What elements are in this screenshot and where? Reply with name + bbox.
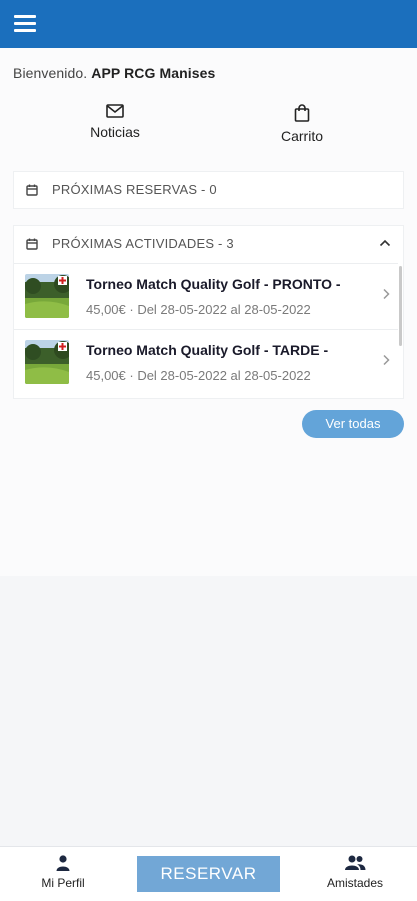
tab-friends[interactable]: Amistades (318, 855, 392, 892)
welcome-prefix: Bienvenido. (13, 65, 92, 81)
hamburger-menu-icon[interactable] (14, 15, 36, 33)
tab-my-profile[interactable]: Mi Perfil (28, 855, 98, 892)
activity-subtitle: 45,00€ · Del 28-05-2022 al 28-05-2022 (86, 302, 311, 317)
chevron-right-icon (383, 354, 390, 366)
activities-title: PRÓXIMAS ACTIVIDADES - 3 (52, 236, 234, 251)
main-content: Bienvenido. APP RCG Manises Noticias Car… (0, 48, 417, 576)
chevron-right-icon (383, 288, 390, 300)
activities-scrollbar[interactable] (399, 266, 402, 346)
reservations-header[interactable]: PRÓXIMAS RESERVAS - 0 (14, 172, 403, 208)
chevron-up-icon[interactable] (379, 238, 391, 248)
golf-course-thumbnail (25, 340, 69, 384)
welcome-text: Bienvenido. APP RCG Manises (13, 65, 215, 81)
my-profile-label: Mi Perfil (41, 876, 85, 890)
bottom-navigation: Mi Perfil RESERVAR Amistades (0, 846, 417, 901)
news-label: Noticias (90, 124, 140, 140)
activity-title: Torneo Match Quality Golf - TARDE - (86, 342, 329, 358)
activity-item[interactable]: Torneo Match Quality Golf - TARDE - 45,0… (14, 329, 398, 392)
reservations-title: PRÓXIMAS RESERVAS - 0 (52, 182, 217, 197)
calendar-icon (26, 184, 38, 196)
activity-item[interactable]: Torneo Match Quality Golf - PRONTO - 45,… (14, 263, 398, 326)
reservations-card: PRÓXIMAS RESERVAS - 0 (14, 172, 403, 208)
people-icon (345, 855, 366, 870)
reserve-button[interactable]: RESERVAR (137, 856, 280, 892)
view-all-button[interactable]: Ver todas (302, 410, 404, 438)
app-header (0, 0, 417, 48)
news-link[interactable]: Noticias (60, 104, 170, 142)
golf-course-thumbnail (25, 274, 69, 318)
mail-icon (106, 104, 124, 118)
activity-title: Torneo Match Quality Golf - PRONTO - (86, 276, 341, 292)
cart-link[interactable]: Carrito (247, 104, 357, 146)
activity-subtitle: 45,00€ · Del 28-05-2022 al 28-05-2022 (86, 368, 311, 383)
activities-header[interactable]: PRÓXIMAS ACTIVIDADES - 3 (14, 226, 403, 262)
friends-label: Amistades (326, 876, 384, 890)
person-icon (56, 855, 70, 871)
club-name: APP RCG Manises (91, 65, 216, 81)
cart-label: Carrito (280, 128, 323, 144)
activities-card: PRÓXIMAS ACTIVIDADES - 3 Torneo Match Qu… (14, 226, 403, 398)
shopping-bag-icon (294, 104, 310, 122)
calendar-icon (26, 238, 38, 250)
